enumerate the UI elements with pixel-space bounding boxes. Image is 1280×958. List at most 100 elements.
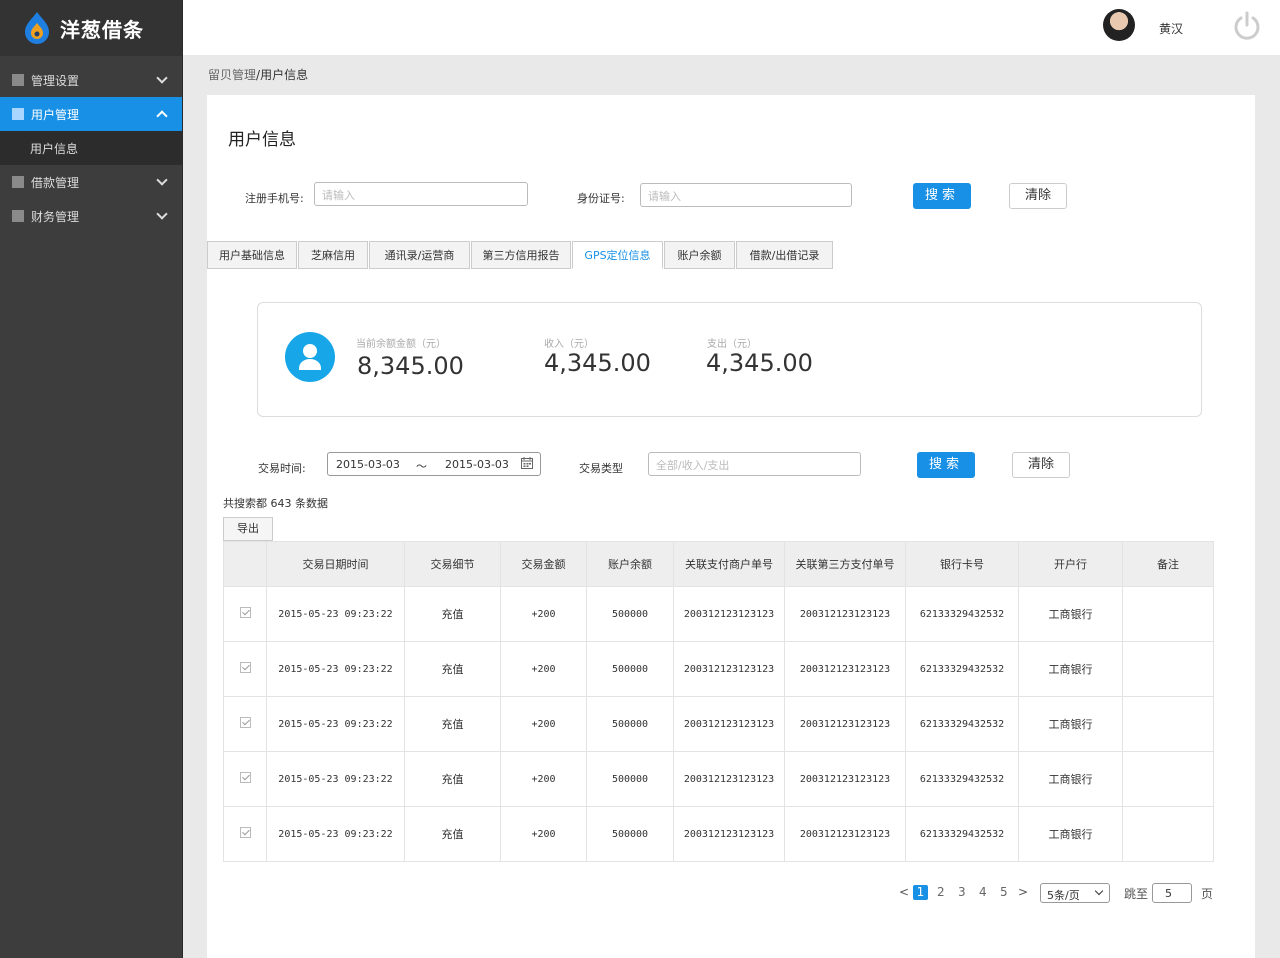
sidebar-subitem-label: 用户信息 [30,141,79,156]
tab-account-balance[interactable]: 账户余额 [664,241,735,269]
sidebar-item-loans[interactable]: 借款管理 [0,165,182,199]
cell-third-no: 200312123123123 [784,751,906,807]
cell-detail: 充值 [404,696,501,752]
export-button[interactable]: 导出 [223,517,273,541]
cell-merchant-no: 200312123123123 [673,696,785,752]
cell-note [1122,641,1214,697]
users-icon [12,108,24,120]
sidebar-subitem-user-info[interactable]: 用户信息 [0,131,182,165]
column-header: 交易金额 [500,541,587,587]
username[interactable]: 黄汉 [1159,20,1183,37]
id-label: 身份证号: [577,192,625,205]
column-header: 开户行 [1018,541,1123,587]
cell-datetime: 2015-05-23 09:23:22 [266,751,405,807]
column-header: 交易日期时间 [266,541,405,587]
filter-clear-button[interactable]: 清除 [1012,452,1070,478]
clear-button[interactable]: 清除 [1009,183,1067,209]
transactions-table: 交易日期时间 交易细节 交易金额 账户余额 关联支付商户单号 关联第三方支付单号… [223,541,1214,862]
row-select-cell [223,696,267,752]
row-checkbox[interactable] [239,772,251,783]
row-checkbox[interactable] [239,717,251,728]
date-from[interactable]: 2015-03-03 [336,458,400,471]
date-to[interactable]: 2015-03-03 [445,458,509,471]
row-checkbox[interactable] [239,662,251,673]
income-label: 收入（元） [544,339,594,350]
cell-third-no: 200312123123123 [784,696,906,752]
cell-amount: +200 [500,806,587,862]
loans-icon [12,176,24,188]
tab-gps-location[interactable]: GPS定位信息 [572,241,663,269]
sidebar-item-settings[interactable]: 管理设置 [0,63,182,97]
finance-icon [12,210,24,222]
cell-amount: +200 [500,586,587,642]
calendar-icon[interactable] [521,457,533,472]
chevron-up-icon [156,110,168,122]
row-select-cell [223,806,267,862]
cell-merchant-no: 200312123123123 [673,641,785,697]
row-checkbox[interactable] [239,607,251,618]
column-header: 关联支付商户单号 [673,541,785,587]
power-icon[interactable] [1231,10,1263,42]
search-button[interactable]: 搜索 [913,183,971,209]
date-range-picker[interactable]: 2015-03-03 ～ 2015-03-03 [327,452,541,476]
tab-third-party-credit[interactable]: 第三方信用报告 [471,241,571,269]
tab-bar: 用户基础信息 芝麻信用 通讯录/运营商 第三方信用报告 GPS定位信息 账户余额… [207,241,834,269]
tab-sesame-credit[interactable]: 芝麻信用 [298,241,368,269]
cell-card: 62133329432532 [905,641,1019,697]
page-1[interactable]: 1 [913,885,928,900]
phone-input[interactable]: 请输入 [314,182,528,206]
filter-search-button[interactable]: 搜索 [917,452,975,478]
sidebar-item-users[interactable]: 用户管理 [0,97,182,131]
breadcrumb: 留贝管理/用户信息 [208,66,308,83]
page-4[interactable]: 4 [979,885,987,899]
chevron-down-icon [156,72,168,84]
page-3[interactable]: 3 [958,885,966,899]
cell-third-no: 200312123123123 [784,806,906,862]
page-size-select[interactable]: 5条/页 [1040,883,1110,903]
sidebar-item-finance[interactable]: 财务管理 [0,199,182,233]
page-5[interactable]: 5 [1000,885,1008,899]
row-checkbox[interactable] [239,827,251,838]
jump-page-input[interactable]: 5 [1152,883,1192,903]
cell-balance: 500000 [586,806,674,862]
cell-datetime: 2015-05-23 09:23:22 [266,641,405,697]
avatar[interactable] [1103,9,1135,41]
page-size-value: 5条/页 [1047,889,1080,902]
tab-contacts-carrier[interactable]: 通讯录/运营商 [369,241,470,269]
cell-balance: 500000 [586,751,674,807]
column-header: 交易细节 [404,541,501,587]
table-row[interactable]: 2015-05-23 09:23:22 充值 +200 500000 200312123… [223,751,1214,807]
phone-label: 注册手机号: [245,192,304,205]
cell-note [1122,586,1214,642]
table-row[interactable]: 2015-05-23 09:23:22 充值 +200 500000 200312123… [223,696,1214,752]
trade-type-input[interactable]: 全部/收入/支出 [648,452,861,476]
brand-logo[interactable]: 洋葱借条 [0,0,182,56]
tab-basic-info[interactable]: 用户基础信息 [207,241,297,269]
row-select-cell [223,641,267,697]
table-row[interactable]: 2015-05-23 09:23:22 充值 +200 500000 200312123… [223,806,1214,862]
tab-loan-records[interactable]: 借款/出借记录 [736,241,833,269]
cell-bank: 工商银行 [1018,806,1123,862]
page-2[interactable]: 2 [937,885,945,899]
cell-detail: 充值 [404,806,501,862]
table-header-row: 交易日期时间 交易细节 交易金额 账户余额 关联支付商户单号 关联第三方支付单号… [223,541,1214,587]
id-input[interactable]: 请输入 [640,183,852,207]
breadcrumb-parent[interactable]: 留贝管理 [208,68,256,82]
cell-card: 62133329432532 [905,696,1019,752]
cell-detail: 充值 [404,586,501,642]
table-row[interactable]: 2015-05-23 09:23:22 充值 +200 500000 200312123… [223,641,1214,697]
cell-amount: +200 [500,751,587,807]
sidebar-item-label: 管理设置 [31,73,80,88]
cell-note [1122,751,1214,807]
balance-summary: 当前余额金额（元） 8,345.00 收入（元） 4,345.00 支出（元） … [257,302,1202,417]
table-row[interactable]: 2015-05-23 09:23:22 充值 +200 500000 200312123… [223,586,1214,642]
page-title: 用户信息 [228,130,296,150]
prev-page-button[interactable]: < [899,885,909,899]
cell-detail: 充值 [404,641,501,697]
cell-card: 62133329432532 [905,806,1019,862]
user-icon [285,332,335,382]
onion-logo-icon [22,11,52,45]
chevron-down-icon [156,208,168,220]
balance-value: 8,345.00 [357,352,464,380]
next-page-button[interactable]: > [1018,885,1028,899]
